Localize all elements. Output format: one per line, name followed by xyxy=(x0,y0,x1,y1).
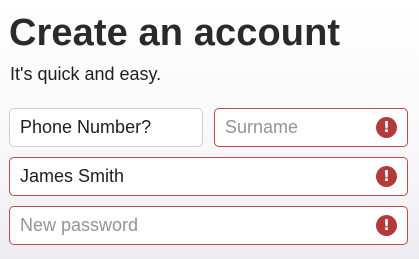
page-subtitle: It's quick and easy. xyxy=(10,64,162,84)
error-icon: ! xyxy=(376,166,397,187)
full-name-field[interactable]: James Smith ! xyxy=(9,157,408,196)
full-name-value: James Smith xyxy=(20,166,125,186)
surname-field[interactable]: Surname ! xyxy=(214,108,408,147)
page-title: Create an account xyxy=(9,12,341,54)
surname-placeholder: Surname xyxy=(225,117,299,137)
new-password-placeholder: New password xyxy=(20,215,139,235)
phone-number-field[interactable]: Phone Number? xyxy=(9,108,203,147)
error-icon: ! xyxy=(376,215,397,236)
new-password-field[interactable]: New password ! xyxy=(9,206,408,245)
error-icon: ! xyxy=(376,117,397,138)
phone-number-value: Phone Number? xyxy=(20,117,152,137)
